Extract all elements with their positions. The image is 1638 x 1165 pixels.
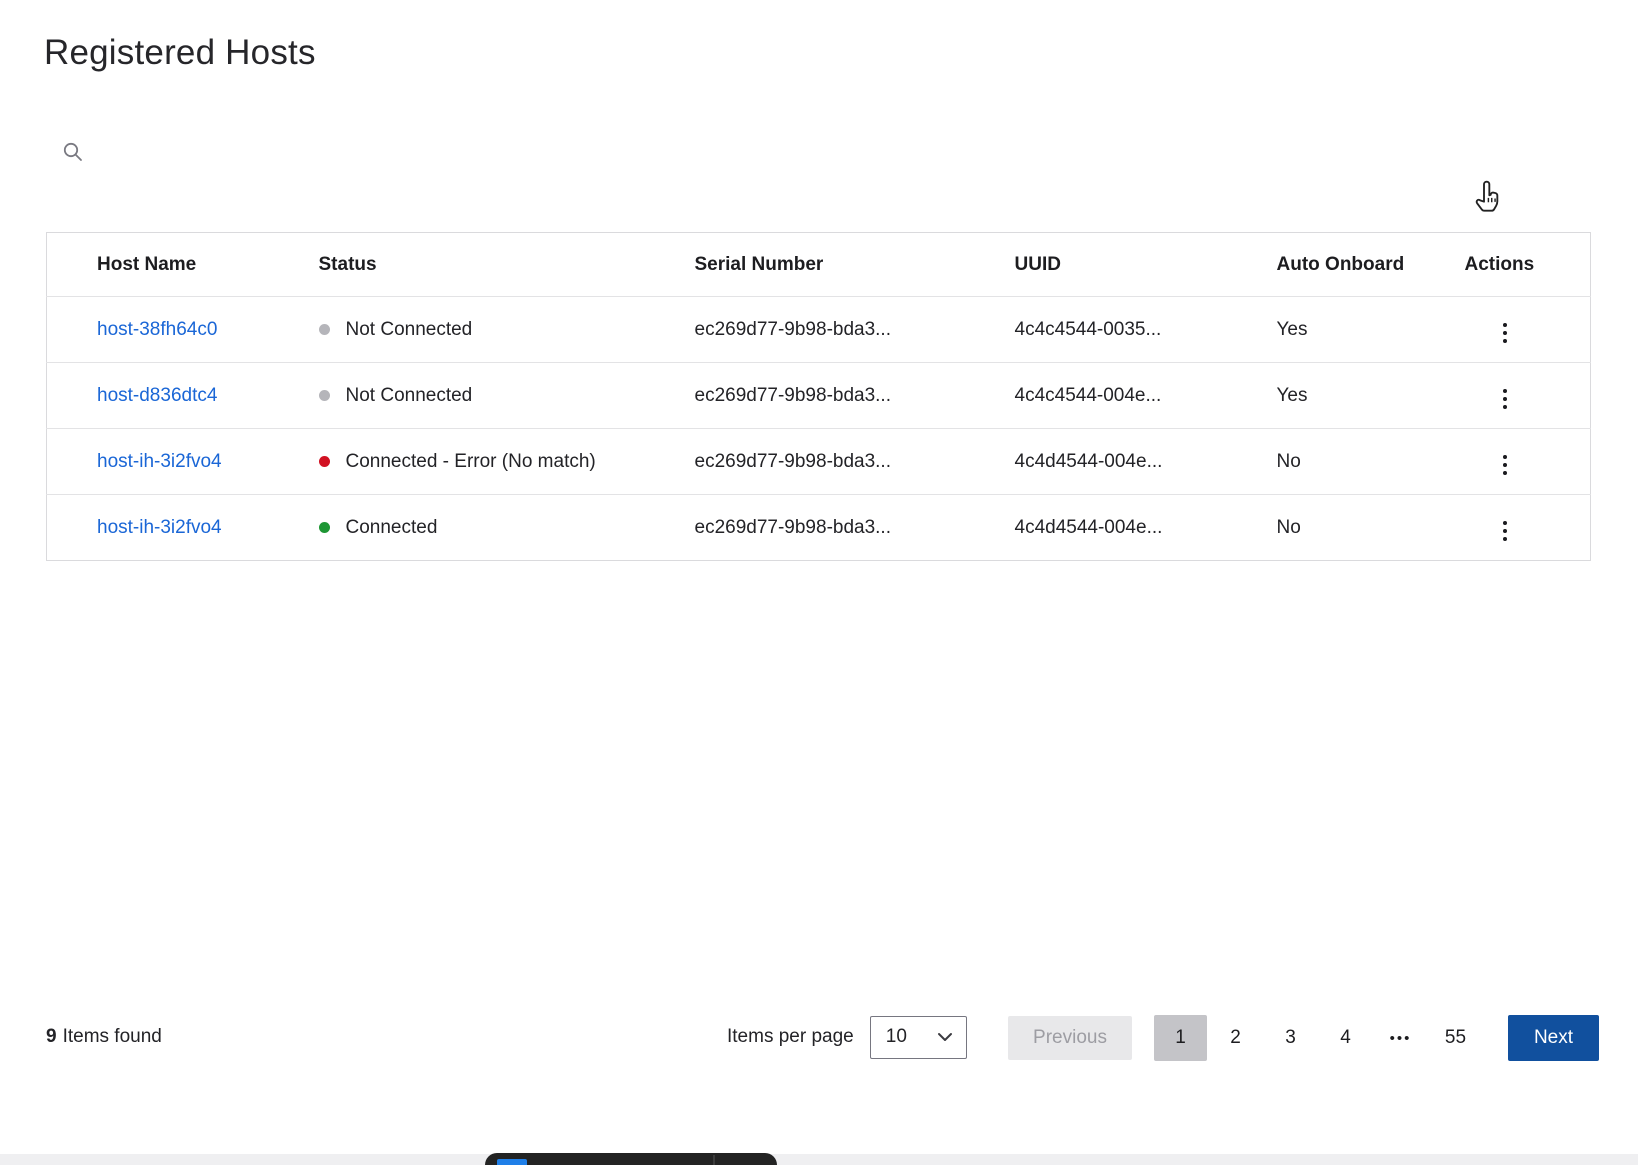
uuid-value: 4c4c4544-0035... (1015, 297, 1277, 363)
uuid-value: 4c4d4544-004e... (1015, 429, 1277, 495)
host-name-link[interactable]: host-38fh64c0 (97, 319, 217, 340)
search-icon[interactable] (62, 141, 84, 163)
page-ellipsis: ••• (1374, 1015, 1427, 1061)
status-label: Not Connected (346, 385, 473, 407)
table-header-row: Host Name Status Serial Number UUID Auto… (47, 233, 1591, 297)
items-found-text: 9 Items found (46, 1026, 162, 1048)
row-actions-kebab-icon[interactable] (1493, 317, 1517, 349)
status-dot-icon (319, 390, 330, 401)
serial-number-value: ec269d77-9b98-bda3... (695, 429, 1015, 495)
status-label: Connected (346, 517, 438, 539)
status-dot-icon (319, 324, 330, 335)
uuid-value: 4c4d4544-004e... (1015, 495, 1277, 561)
bottom-strip (0, 1154, 1638, 1165)
dock-item-icon (497, 1159, 527, 1165)
column-header-host-name: Host Name (47, 233, 319, 297)
page-button-3[interactable]: 3 (1264, 1015, 1317, 1061)
hand-cursor-icon (1472, 180, 1504, 218)
previous-page-button[interactable]: Previous (1008, 1016, 1132, 1060)
row-actions-kebab-icon[interactable] (1493, 449, 1517, 481)
items-per-page-value: 10 (886, 1026, 907, 1048)
dock-window-preview[interactable] (485, 1153, 777, 1165)
table-row: host-ih-3i2fvo4 Connected ec269d77-9b98-… (47, 495, 1591, 561)
auto-onboard-value: No (1277, 495, 1465, 561)
uuid-value: 4c4c4544-004e... (1015, 363, 1277, 429)
table-row: host-ih-3i2fvo4 Connected - Error (No ma… (47, 429, 1591, 495)
page-title: Registered Hosts (44, 33, 316, 73)
host-name-link[interactable]: host-ih-3i2fvo4 (97, 451, 222, 472)
table-row: host-38fh64c0 Not Connected ec269d77-9b9… (47, 297, 1591, 363)
serial-number-value: ec269d77-9b98-bda3... (695, 495, 1015, 561)
row-actions-kebab-icon[interactable] (1493, 515, 1517, 547)
host-name-link[interactable]: host-d836dtc4 (97, 385, 217, 406)
column-header-auto-onboard: Auto Onboard (1277, 233, 1465, 297)
column-header-actions: Actions (1465, 233, 1591, 297)
status-dot-icon (319, 522, 330, 533)
chevron-down-icon (937, 1032, 953, 1042)
dock-divider (713, 1155, 715, 1165)
registered-hosts-table: Host Name Status Serial Number UUID Auto… (46, 232, 1591, 561)
column-header-serial: Serial Number (695, 233, 1015, 297)
status-dot-icon (319, 456, 330, 467)
status-label: Not Connected (346, 319, 473, 341)
next-page-button[interactable]: Next (1508, 1015, 1599, 1061)
page-button-55[interactable]: 55 (1429, 1015, 1482, 1061)
items-found-label: Items found (63, 1026, 162, 1047)
pagination-footer: 9Items found Items per page 10 Previous … (0, 1012, 1638, 1068)
serial-number-value: ec269d77-9b98-bda3... (695, 297, 1015, 363)
items-per-page-select[interactable]: 10 (870, 1016, 967, 1059)
auto-onboard-value: Yes (1277, 297, 1465, 363)
page-button-2[interactable]: 2 (1209, 1015, 1262, 1061)
items-found-count: 9 (46, 1026, 57, 1047)
auto-onboard-value: Yes (1277, 363, 1465, 429)
page-button-4[interactable]: 4 (1319, 1015, 1372, 1061)
table-row: host-d836dtc4 Not Connected ec269d77-9b9… (47, 363, 1591, 429)
serial-number-value: ec269d77-9b98-bda3... (695, 363, 1015, 429)
column-header-status: Status (319, 233, 695, 297)
host-name-link[interactable]: host-ih-3i2fvo4 (97, 517, 222, 538)
items-per-page-label: Items per page (727, 1026, 854, 1048)
auto-onboard-value: No (1277, 429, 1465, 495)
status-label: Connected - Error (No match) (346, 451, 596, 473)
row-actions-kebab-icon[interactable] (1493, 383, 1517, 415)
page-button-1[interactable]: 1 (1154, 1015, 1207, 1061)
column-header-uuid: UUID (1015, 233, 1277, 297)
